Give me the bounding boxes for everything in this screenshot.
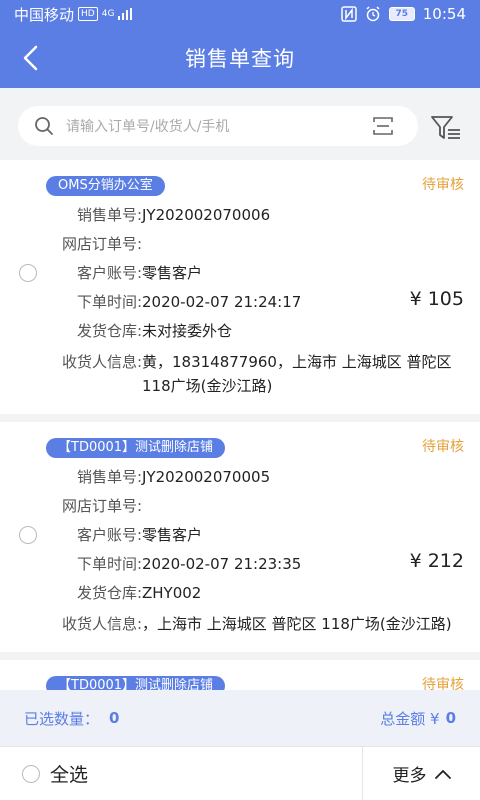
status-right: 75 10:54 (341, 5, 466, 23)
order-card[interactable]: 【TD0001】测试删除店铺 待审核 (0, 660, 480, 690)
order-card[interactable]: OMS分销办公室 待审核 销售单号: JY202002070006 网店订单号: … (0, 160, 480, 414)
order-select-radio[interactable] (19, 264, 37, 282)
status-bar: 中国移动 HD 4G 75 10:54 (0, 0, 480, 28)
carrier-name: 中国移动 (14, 5, 75, 24)
customer-account-label: 客户账号: (76, 526, 142, 544)
selection-summary: 已选数量： 0 总金额 ¥ 0 (0, 690, 480, 746)
customer-account-value: 零售客户 (142, 264, 203, 282)
app-header: 销售单查询 (0, 28, 480, 88)
order-select-radio[interactable] (19, 526, 37, 544)
receiver-label: 收货人信息: (61, 615, 142, 633)
order-no-label: 销售单号: (76, 206, 142, 224)
clock-time: 10:54 (422, 5, 466, 23)
scan-icon (373, 117, 393, 135)
back-button[interactable] (10, 38, 50, 78)
status-left: 中国移动 HD 4G (14, 4, 133, 25)
store-tag: 【TD0001】测试删除店铺 (46, 438, 226, 458)
hd-badge: HD (78, 7, 98, 21)
store-tag: OMS分销办公室 (46, 176, 165, 196)
bottom-bar: 全选 更多 (0, 746, 480, 800)
select-all-radio[interactable] (22, 764, 40, 783)
shop-order-no-label: 网店订单号: (61, 497, 142, 515)
filter-icon (431, 116, 460, 139)
order-list[interactable]: OMS分销办公室 待审核 销售单号: JY202002070006 网店订单号: … (0, 160, 480, 690)
order-no-label: 销售单号: (76, 468, 142, 486)
customer-account-label: 客户账号: (76, 264, 142, 282)
chevron-up-icon (434, 769, 451, 779)
more-button[interactable]: 更多 (362, 747, 480, 800)
chevron-left-icon (23, 45, 38, 71)
warehouse-value: ZHY002 (142, 584, 202, 602)
customer-account-value: 零售客户 (142, 526, 203, 544)
network-label: 4G (101, 9, 115, 19)
scan-button[interactable] (368, 111, 398, 141)
select-all-toggle[interactable]: 全选 (0, 747, 362, 800)
order-amount: ¥ 212 (409, 550, 464, 572)
order-amount: ¥ 105 (409, 288, 464, 310)
search-placeholder: 请输入订单号/收货人/手机 (66, 119, 230, 135)
selected-count-label: 已选数量： (24, 709, 100, 728)
search-row: 请输入订单号/收货人/手机 (0, 88, 480, 160)
order-time-value: 2020-02-07 21:24:17 (142, 293, 302, 311)
alarm-icon (366, 6, 380, 22)
nfc-icon (341, 6, 357, 22)
selected-count-value: 0 (109, 709, 120, 727)
order-time-value: 2020-02-07 21:23:35 (142, 555, 302, 573)
receiver-value: 黄，18314877960，上海市 上海城区 普陀区 118广场(金沙江路) (142, 353, 452, 395)
receiver-label: 收货人信息: (61, 353, 142, 371)
signal-icon (118, 8, 133, 20)
order-no-value: JY202002070006 (142, 206, 271, 224)
total-amount-label: 总金额 ¥ (380, 709, 440, 728)
warehouse-value: 未对接委外仓 (142, 322, 233, 340)
order-no-value: JY202002070005 (142, 468, 271, 486)
order-time-label: 下单时间: (76, 293, 142, 311)
more-label: 更多 (392, 766, 427, 786)
order-status: 待审核 (422, 439, 464, 455)
page-title: 销售单查询 (185, 47, 295, 71)
warehouse-label: 发货仓库: (76, 322, 142, 340)
select-all-label: 全选 (50, 764, 89, 786)
warehouse-label: 发货仓库: (76, 584, 142, 602)
search-input[interactable]: 请输入订单号/收货人/手机 (18, 106, 418, 146)
store-tag: 【TD0001】测试删除店铺 (46, 676, 226, 690)
order-card[interactable]: 【TD0001】测试删除店铺 待审核 销售单号: JY202002070005 网… (0, 422, 480, 652)
order-time-label: 下单时间: (76, 555, 142, 573)
shop-order-no-label: 网店订单号: (61, 235, 142, 253)
filter-button[interactable] (428, 110, 464, 146)
order-status: 待审核 (422, 677, 464, 690)
battery-icon: 75 (388, 7, 415, 21)
search-icon (35, 117, 53, 135)
receiver-value: ，上海市 上海城区 普陀区 118广场(金沙江路) (142, 615, 452, 633)
order-status: 待审核 (422, 177, 464, 193)
total-amount-value: 0 (445, 709, 456, 727)
